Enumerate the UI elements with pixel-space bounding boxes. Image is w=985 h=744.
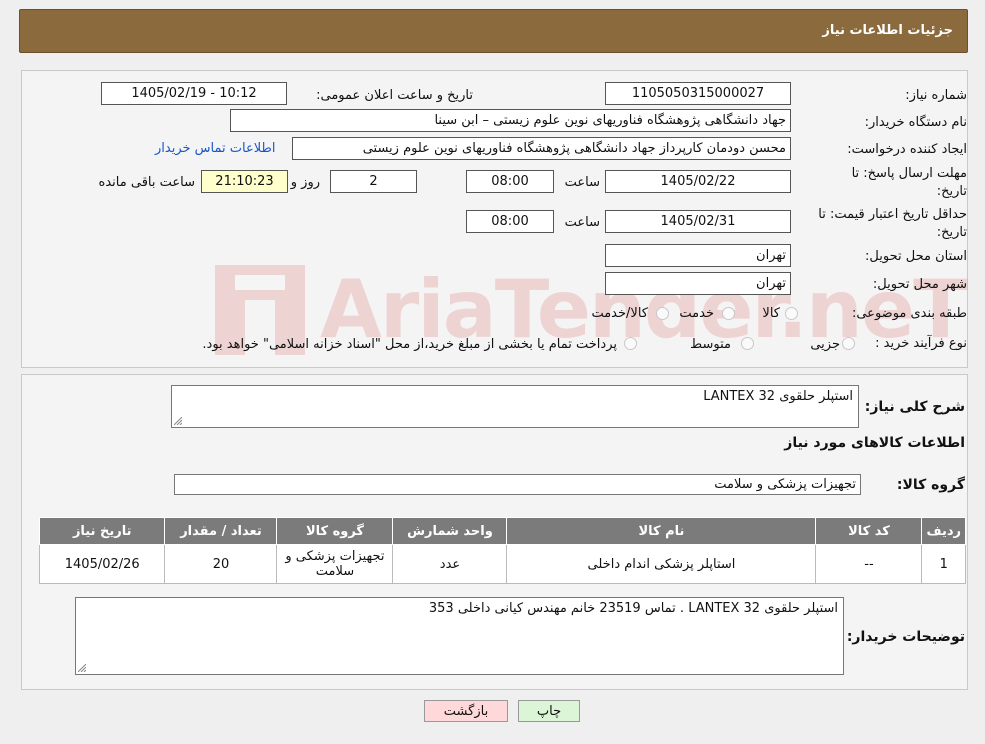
cell-code: --	[815, 544, 923, 584]
buyer-notes-textarea: استپلر حلقوی LANTEX 32 . تماس 23519 خانم…	[75, 597, 844, 675]
cell-row: 1	[921, 544, 966, 584]
description-label: شرح کلی نیاز:	[864, 399, 965, 415]
validity-date-field: 1405/02/31	[605, 210, 791, 233]
category-radio-service[interactable]	[722, 307, 735, 320]
group-label: گروه کالا:	[896, 477, 965, 493]
col-code: کد کالا	[815, 517, 923, 545]
price-validity-label: حداقل تاریخ اعتبار قیمت: تا	[818, 207, 967, 222]
cell-qty: 20	[164, 544, 278, 584]
days-field: 2	[330, 170, 417, 193]
col-name: نام کالا	[506, 517, 817, 545]
process-option-medium: متوسط	[690, 337, 731, 352]
cell-date: 1405/02/26	[38, 544, 166, 584]
col-unit: واحد شمارش	[392, 517, 508, 545]
items-table-wrapper: ردیف کد کالا نام کالا واحد شمارش گروه کا…	[38, 517, 966, 584]
col-group: گروه کالا	[276, 517, 394, 545]
items-title: اطلاعات کالاهای مورد نیاز	[784, 435, 965, 451]
items-table: ردیف کد کالا نام کالا واحد شمارش گروه کا…	[38, 517, 966, 584]
category-option-service: خدمت	[679, 306, 714, 321]
process-note: پرداخت تمام یا بخشی از مبلغ خرید،از محل …	[202, 337, 617, 352]
need-number-field: 1105050315000027	[605, 82, 791, 105]
reply-deadline-label: مهلت ارسال پاسخ: تا	[851, 166, 967, 181]
buyer-org-field: جهاد دانشگاهی پژوهشگاه فناوریهای نوین عل…	[230, 109, 791, 132]
announce-label: تاریخ و ساعت اعلان عمومی:	[316, 88, 473, 103]
price-validity-label-2: تاریخ:	[936, 225, 967, 240]
category-option-goods-service: کالا/خدمت	[591, 306, 648, 321]
page-header: جزئیات اطلاعات نیاز	[19, 9, 968, 53]
reply-time-label: ساعت	[564, 175, 600, 190]
process-radio-treasury[interactable]	[624, 337, 637, 350]
description-textarea: استپلر حلقوی LANTEX 32	[171, 385, 859, 428]
remaining-time-field: 21:10:23	[201, 170, 288, 193]
process-label: نوع فرآیند خرید :	[875, 336, 967, 351]
buyer-org-label: نام دستگاه خریدار:	[864, 115, 967, 130]
col-date: تاریخ نیاز	[38, 517, 166, 545]
col-qty: تعداد / مقدار	[164, 517, 278, 545]
remaining-label: ساعت باقی مانده	[98, 175, 195, 190]
process-radio-medium[interactable]	[741, 337, 754, 350]
page-title: جزئیات اطلاعات نیاز	[822, 23, 953, 38]
category-label: طبقه بندی موضوعی:	[851, 306, 967, 321]
province-field: تهران	[605, 244, 791, 267]
creator-field: محسن دودمان کارپرداز جهاد دانشگاهی پژوهش…	[292, 137, 791, 160]
table-header-row: ردیف کد کالا نام کالا واحد شمارش گروه کا…	[38, 517, 966, 545]
province-label: استان محل تحویل:	[865, 249, 967, 264]
description-value: استپلر حلقوی LANTEX 32	[703, 389, 853, 404]
reply-deadline-label-2: تاریخ:	[936, 184, 967, 199]
buyer-contact-link[interactable]: اطلاعات تماس خریدار	[155, 141, 275, 156]
city-field: تهران	[605, 272, 791, 295]
buyer-notes-label: توضیحات خریدار:	[846, 629, 965, 645]
announce-field: 1405/02/19 - 10:12	[101, 82, 287, 105]
back-button[interactable]: بازگشت	[424, 700, 508, 722]
reply-time-field: 08:00	[466, 170, 554, 193]
cell-unit: عدد	[392, 544, 508, 584]
city-label: شهر محل تحویل:	[872, 277, 967, 292]
resize-handle-icon[interactable]	[174, 417, 182, 425]
buyer-notes-value: استپلر حلقوی LANTEX 32 . تماس 23519 خانم…	[428, 601, 838, 616]
validity-time-field: 08:00	[466, 210, 554, 233]
process-option-minor: جزیی	[810, 337, 840, 352]
table-row: 1 -- استاپلر پزشکی اندام داخلی عدد تجهیز…	[38, 544, 966, 584]
category-radio-goods-service[interactable]	[656, 307, 669, 320]
cell-group: تجهیزات پزشکی و سلامت	[276, 544, 394, 584]
group-field: تجهیزات پزشکی و سلامت	[174, 474, 861, 495]
col-row: ردیف	[921, 517, 966, 545]
reply-date-field: 1405/02/22	[605, 170, 791, 193]
category-option-goods: کالا	[762, 306, 780, 321]
validity-time-label: ساعت	[564, 215, 600, 230]
need-number-label: شماره نیاز:	[905, 88, 967, 103]
resize-handle-icon[interactable]	[78, 664, 86, 672]
category-radio-goods[interactable]	[785, 307, 798, 320]
days-label: روز و	[290, 175, 320, 190]
process-radio-minor[interactable]	[842, 337, 855, 350]
creator-label: ایجاد کننده درخواست:	[847, 142, 967, 157]
print-button[interactable]: چاپ	[518, 700, 580, 722]
cell-name: استاپلر پزشکی اندام داخلی	[506, 544, 817, 584]
